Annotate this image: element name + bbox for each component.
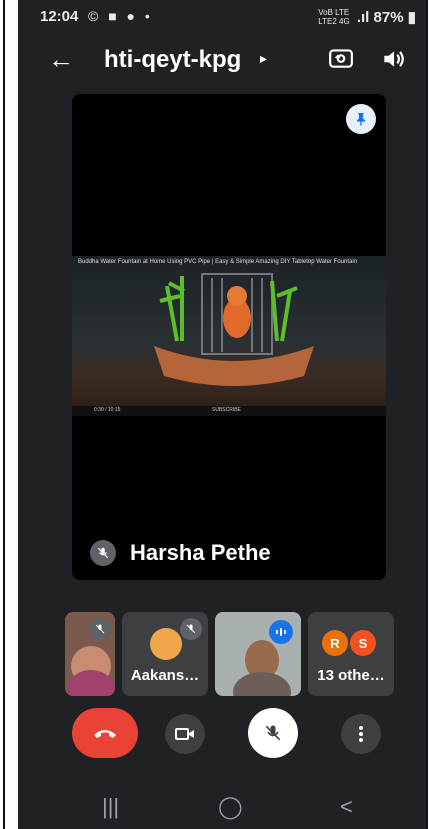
video-frame	[154, 273, 314, 386]
shared-video[interactable]: Buddha Water Fountain at Home Using PVC …	[72, 256, 386, 416]
status-time: 12:04	[40, 8, 79, 25]
right-frame-line	[426, 0, 428, 829]
nav-back-icon[interactable]: <	[340, 794, 353, 820]
mic-toggle-button[interactable]	[248, 708, 298, 758]
speaker-name: Harsha Pethe	[130, 540, 271, 565]
speaker-label: Harsha Pethe	[90, 540, 271, 566]
chevron-right-icon[interactable]: ▸	[260, 50, 267, 67]
mic-off-icon	[89, 618, 111, 640]
meeting-code[interactable]: hti-qeyt-kpg	[104, 46, 241, 74]
avatar: R	[322, 630, 348, 656]
left-frame-line	[3, 0, 5, 829]
home-icon[interactable]: ◯	[218, 794, 243, 820]
participant-shoulders	[233, 672, 291, 696]
mic-off-icon	[90, 540, 116, 566]
call-controls	[18, 708, 426, 764]
status-bar: 12:04 © ■ ● • VoB LTE LTE2 4G .ıl 87% ▮	[18, 0, 426, 34]
pin-icon[interactable]	[346, 104, 376, 134]
speaker-icon[interactable]	[380, 46, 406, 72]
main-speaker-tile[interactable]: Buddha Water Fountain at Home Using PVC …	[72, 94, 386, 580]
mic-off-glyph-icon	[186, 624, 196, 634]
mic-off-icon	[180, 618, 202, 640]
speaking-indicator-icon	[269, 620, 293, 644]
more-options-button[interactable]	[341, 714, 381, 754]
arrow-back-icon[interactable]: ←	[48, 44, 74, 75]
meeting-header: ← hti-qeyt-kpg ▸	[18, 38, 426, 82]
avatar: S	[350, 630, 376, 656]
camera-switch-icon[interactable]	[328, 45, 354, 71]
notification-icons: © ■ ● •	[88, 8, 153, 24]
buddha-head	[227, 286, 247, 306]
system-nav-bar: ||| ◯ <	[18, 790, 426, 829]
participant-tile[interactable]: Aakans…	[122, 612, 208, 696]
participant-tile[interactable]	[215, 612, 301, 696]
video-camera-icon	[175, 728, 194, 740]
audio-bars-icon	[276, 628, 286, 636]
status-right: VoB LTE LTE2 4G .ıl 87% ▮	[318, 8, 416, 26]
fountain-bowl	[154, 346, 314, 386]
phone-hangup-icon	[94, 730, 116, 738]
mic-off-icon	[265, 725, 281, 741]
participant-name: Aakans…	[130, 667, 200, 684]
others-tile[interactable]: R S 13 othe…	[308, 612, 394, 696]
network-label: VoB LTE LTE2 4G	[318, 8, 349, 26]
more-vert-icon	[359, 726, 363, 742]
video-subscribe: SUBSCRIBE	[212, 407, 241, 413]
mic-off-glyph-icon	[95, 624, 105, 634]
camera-toggle-button[interactable]	[165, 714, 205, 754]
video-time: 0:30 / 10:15	[94, 407, 121, 413]
battery-icon: ▮	[407, 9, 416, 26]
signal-icon: .ıl	[356, 9, 370, 26]
network-label-top: VoB LTE	[318, 8, 350, 17]
end-call-button[interactable]	[72, 708, 138, 758]
avatar	[150, 628, 182, 660]
others-count: 13 othe…	[317, 667, 385, 684]
bamboo-left	[159, 276, 185, 342]
bamboo-right	[270, 280, 298, 342]
mic-off-glyph-icon	[97, 547, 109, 559]
network-label-bottom: LTE2 4G	[318, 17, 350, 26]
participant-tile[interactable]	[65, 612, 115, 696]
video-controls: 0:30 / 10:15 SUBSCRIBE	[72, 406, 386, 416]
recents-icon[interactable]: |||	[102, 794, 119, 820]
pin-glyph-icon	[357, 113, 365, 126]
phone-screen: 12:04 © ■ ● • VoB LTE LTE2 4G .ıl 87% ▮ …	[18, 0, 426, 829]
battery-percent: 87%	[373, 9, 404, 26]
participant-strip: Aakans… R S 13 othe…	[65, 612, 425, 696]
